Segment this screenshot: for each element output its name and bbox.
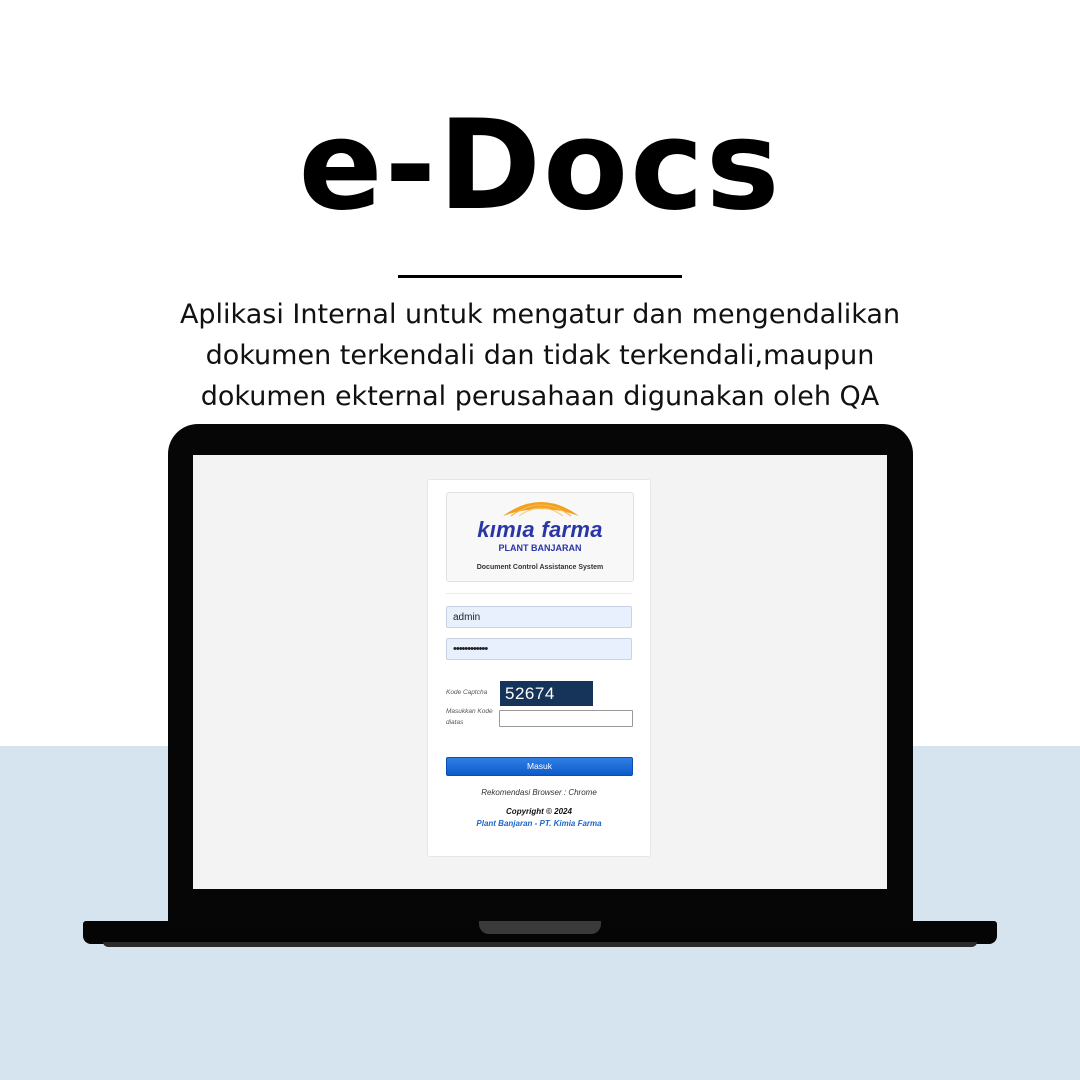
- captcha-input[interactable]: [499, 710, 633, 727]
- tagline-line: dokumen terkendali dan tidak terkendali,…: [205, 340, 875, 371]
- headline-title: e-Docs: [298, 94, 782, 238]
- tagline-line: Aplikasi Internal untuk mengatur dan men…: [179, 299, 901, 330]
- logo-plant-text: PLANT BANJARAN: [498, 543, 582, 553]
- tagline: Aplikasi Internal untuk mengatur dan men…: [140, 294, 940, 417]
- login-card: kımıa farma PLANT BANJARAN Document Cont…: [427, 479, 651, 857]
- username-input[interactable]: [446, 606, 632, 628]
- captcha-image: 52674: [500, 681, 593, 706]
- sunrise-arc-icon: [503, 502, 579, 517]
- copyright-text: Copyright © 2024: [506, 807, 572, 816]
- card-divider: [446, 593, 632, 594]
- tagline-line: dokumen ekternal perusahaan digunakan ol…: [200, 381, 880, 412]
- password-input[interactable]: [446, 638, 632, 660]
- laptop-foot: [103, 942, 977, 947]
- captcha-input-label: Masukkan Kode diatas: [446, 708, 493, 726]
- laptop-screen: kımıa farma PLANT BANJARAN Document Cont…: [193, 455, 887, 889]
- logo-brand-text: kımıa farma: [477, 517, 603, 542]
- browser-recommendation: Rekomendasi Browser : Chrome: [481, 788, 597, 797]
- laptop-notch: [479, 921, 601, 934]
- company-logo: kımıa farma PLANT BANJARAN Document Cont…: [446, 492, 634, 582]
- captcha-label: Kode Captcha: [446, 689, 488, 696]
- company-name: Plant Banjaran - PT. Kimia Farma: [476, 819, 602, 828]
- title-divider: [398, 275, 682, 278]
- logo-system-text: Document Control Assistance System: [476, 564, 604, 571]
- login-button[interactable]: Masuk: [446, 757, 633, 776]
